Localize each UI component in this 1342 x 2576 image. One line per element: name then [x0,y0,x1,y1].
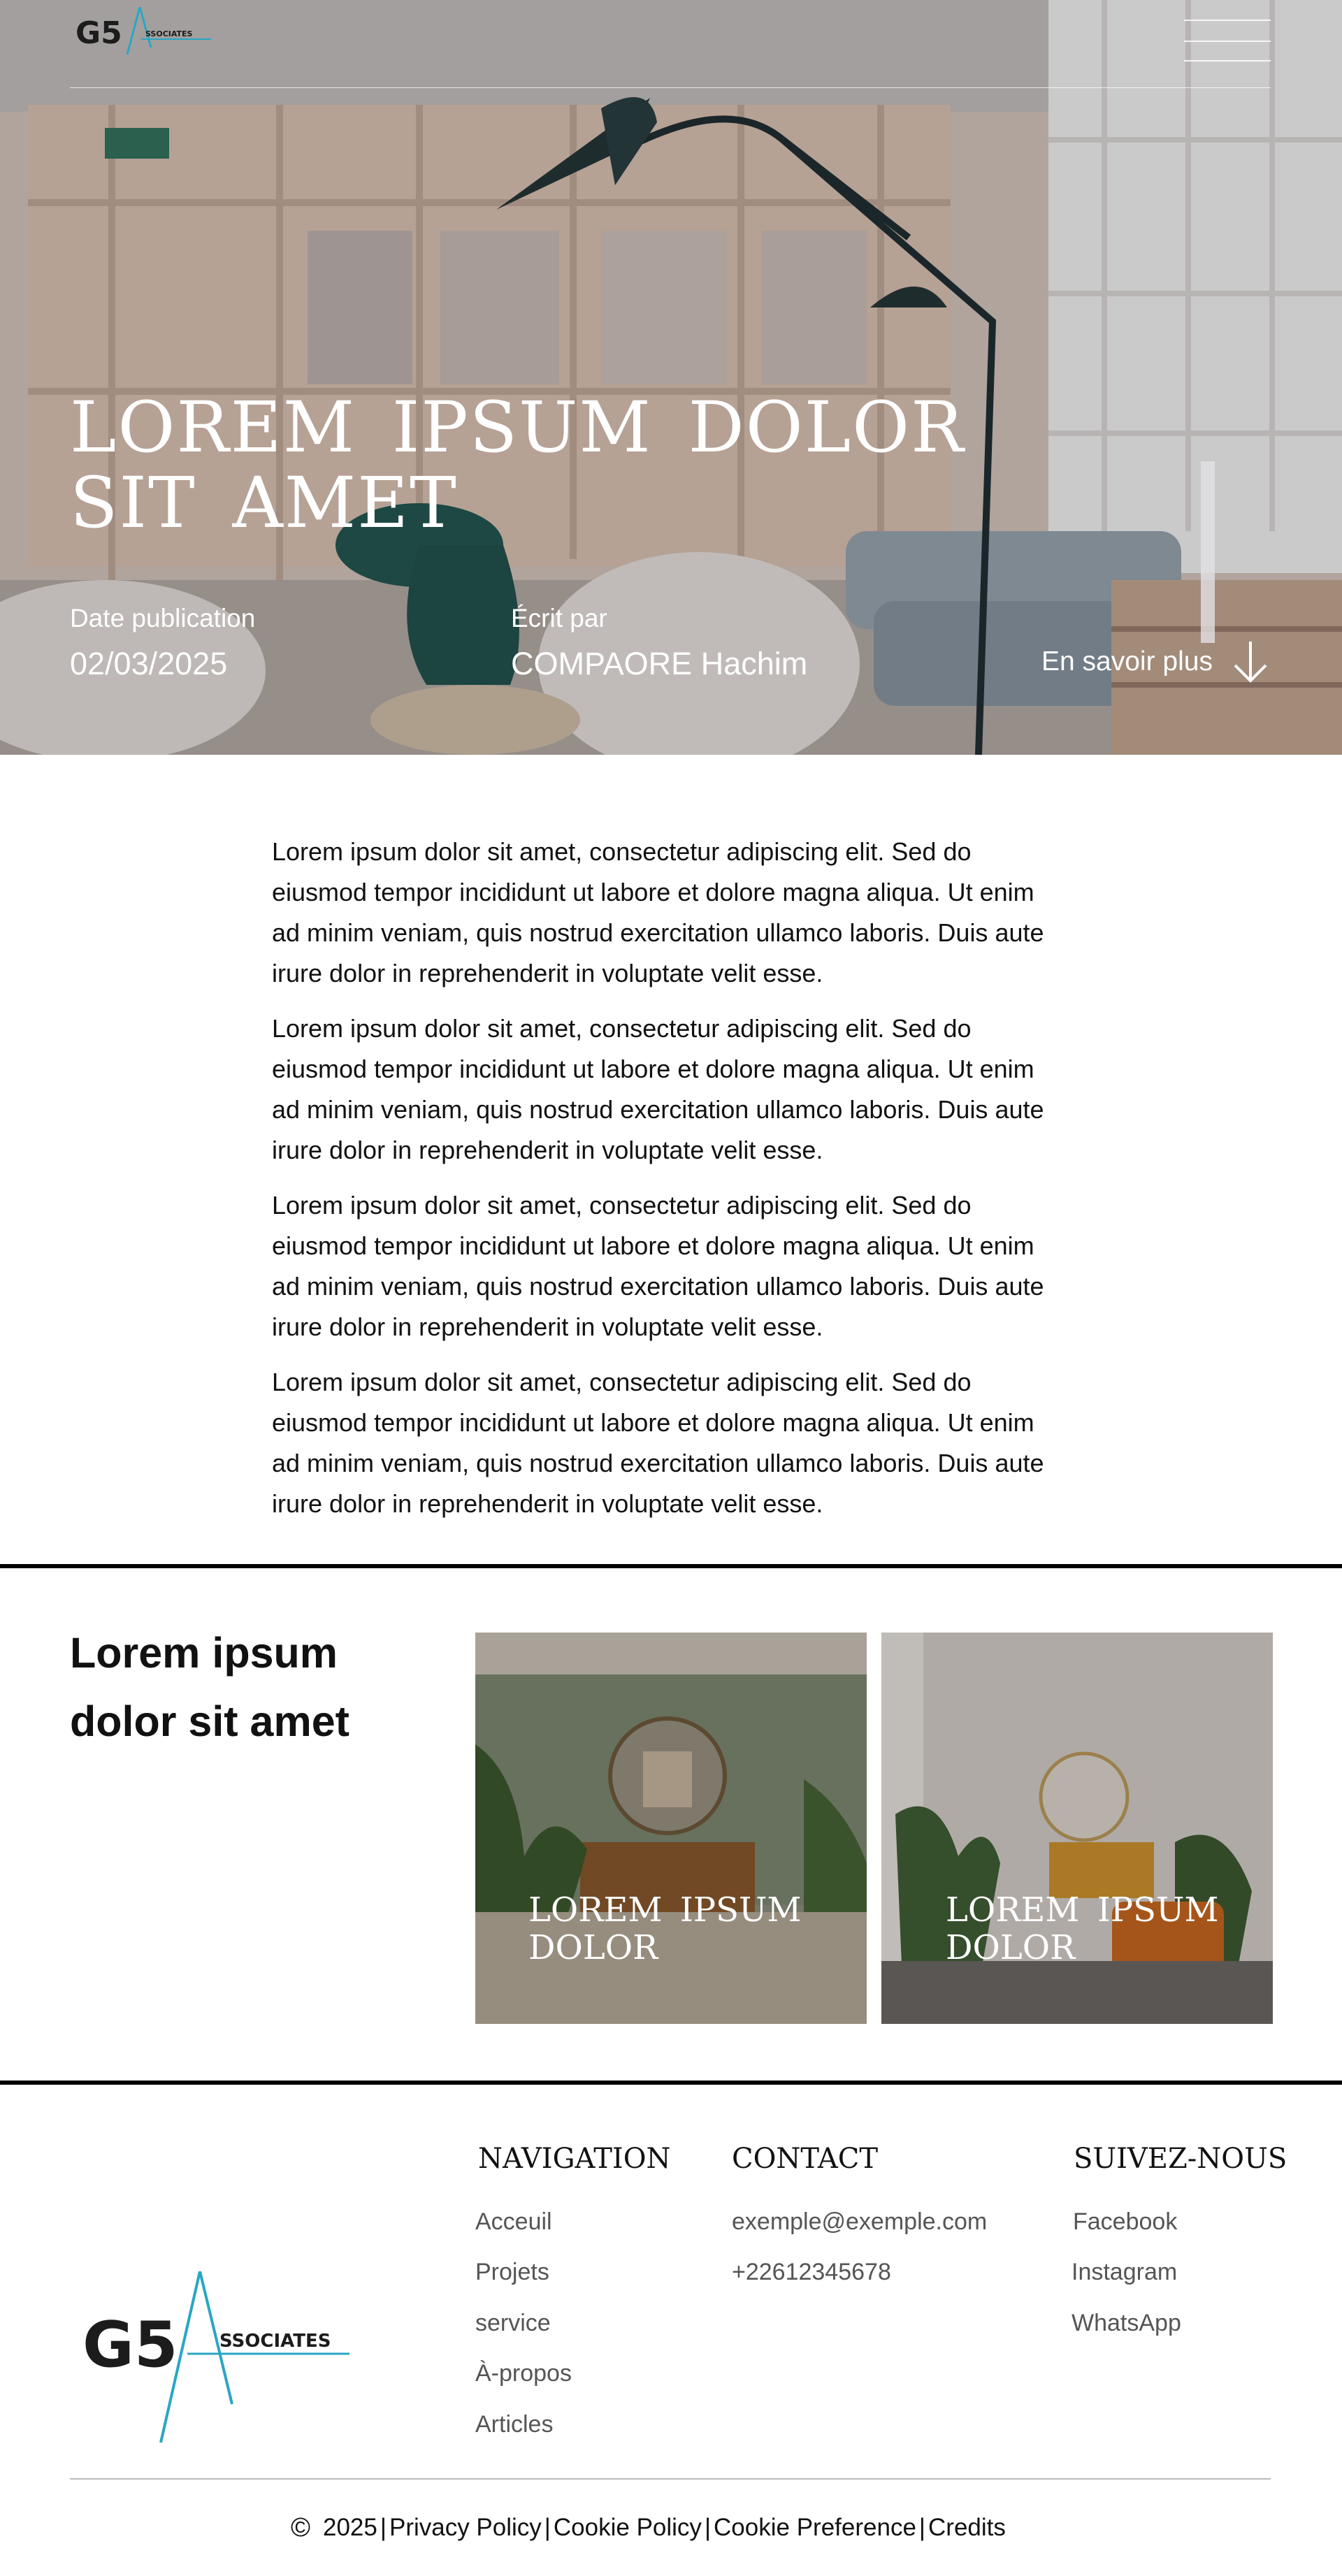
section-divider [0,1564,1342,1568]
footer-contact-email[interactable]: exemple@exemple.com [732,2208,987,2236]
article-paragraph: Lorem ipsum dolor sit amet, consectetur … [272,837,1044,987]
hero-section: G5 SSOCIATES LOREM IPSUM DOLOR SIT AMET … [0,0,1342,755]
copyright-separator: | [704,2514,712,2541]
footer-nav-link-service[interactable]: service [475,2310,551,2337]
featured-card[interactable]: LOREM IPSUM DOLOR [475,1633,867,2024]
footer-social-whatsapp[interactable]: WhatsApp [1072,2310,1181,2337]
date-value: 02/03/2025 [70,646,228,681]
header-divider [70,87,1271,88]
card-title-line1: LOREM IPSUM [946,1890,1219,1930]
footer-social-instagram[interactable]: Instagram [1072,2259,1177,2286]
card-title: LOREM IPSUM DOLOR [528,1891,850,1967]
card-title-line1: LOREM IPSUM [528,1890,802,1930]
featured-heading-line2: dolor sit amet [70,1698,349,1745]
menu-hamburger-button[interactable] [1184,20,1271,63]
copyright-separator: | [544,2514,551,2541]
copyright-separator: | [380,2514,387,2541]
card-title-line2: DOLOR [528,1928,658,1967]
article-paragraph: Lorem ipsum dolor sit amet, consectetur … [272,1191,1044,1341]
privacy-policy-link[interactable]: Privacy Policy [389,2514,542,2542]
featured-heading-line1: Lorem ipsum [70,1629,338,1677]
section-divider [0,2081,1342,2085]
footer-nav-link-apropos[interactable]: À-propos [475,2360,572,2387]
author-value: COMPAORE Hachim [511,646,808,681]
footer-nav-link-acceuil[interactable]: Acceuil [475,2208,552,2236]
copyright-year: 2025 [323,2514,377,2541]
copyright-bar: © 2025 | Privacy Policy | Cookie Policy … [291,2510,1006,2545]
menu-line-icon [1184,60,1271,61]
header-logo[interactable]: G5 SSOCIATES [73,7,212,56]
read-more-button[interactable]: En savoir plus [1041,637,1269,686]
article-body: Lorem ipsum dolor sit amet, consectetur … [272,832,1062,1539]
cookie-policy-link[interactable]: Cookie Policy [554,2514,702,2542]
card-title-line2: DOLOR [946,1928,1076,1967]
menu-line-icon [1184,41,1271,42]
copyright-icon: © [291,2512,310,2542]
footer-divider [70,2478,1271,2480]
article-paragraph: Lorem ipsum dolor sit amet, consectetur … [272,1368,1044,1518]
footer-nav-link-articles[interactable]: Articles [475,2411,553,2438]
credits-link[interactable]: Credits [928,2514,1006,2542]
svg-text:SSOCIATES: SSOCIATES [219,2331,331,2352]
arrow-down-icon [1234,642,1267,683]
footer-social-facebook[interactable]: Facebook [1073,2208,1177,2236]
read-more-label: En savoir plus [1041,646,1213,676]
featured-card[interactable]: LOREM IPSUM DOLOR [881,1633,1273,2024]
svg-text:SSOCIATES: SSOCIATES [145,29,193,38]
featured-heading: Lorem ipsum dolor sit amet [70,1619,405,1756]
menu-line-icon [1184,20,1271,21]
footer-contact-title: CONTACT [732,2143,879,2175]
footer-logo[interactable]: G5 SSOCIATES [82,2271,355,2446]
footer-social-title: SUIVEZ-NOUS [1074,2143,1287,2175]
footer-contact-phone[interactable]: +22612345678 [732,2259,891,2286]
svg-text:G5: G5 [75,15,122,51]
date-label: Date publication [70,604,256,632]
cookie-preference-link[interactable]: Cookie Preference [714,2514,916,2542]
copyright-separator: | [918,2514,926,2541]
footer-nav-link-projets[interactable]: Projets [475,2259,549,2286]
hero-title-line2: SIT AMET [70,462,458,544]
footer-navigation-title: NAVIGATION [478,2143,671,2175]
hero-title: LOREM IPSUM DOLOR SIT AMET [70,390,979,541]
card-title: LOREM IPSUM DOLOR [946,1891,1267,1967]
author-label: Écrit par [511,604,607,632]
hero-title-line1: LOREM IPSUM DOLOR [70,386,965,468]
svg-text:G5: G5 [82,2308,178,2382]
article-paragraph: Lorem ipsum dolor sit amet, consectetur … [272,1014,1044,1164]
